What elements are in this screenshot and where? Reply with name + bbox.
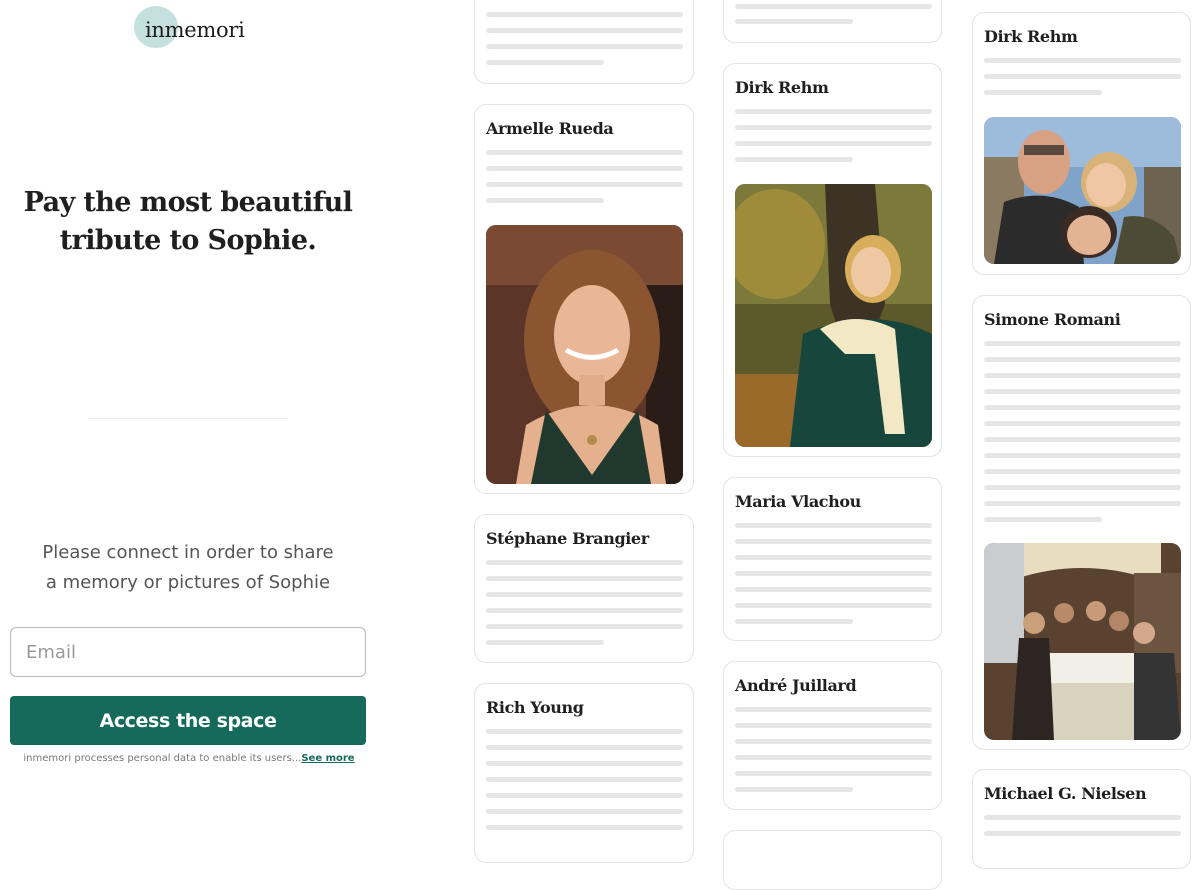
connect-line-1: Please connect in order to share <box>42 542 334 563</box>
memory-card[interactable]: Maria Vlachou <box>723 477 942 641</box>
text-line <box>984 421 1181 426</box>
text-line <box>486 182 683 187</box>
text-line <box>486 793 683 798</box>
text-line <box>735 707 932 712</box>
text-line <box>486 12 683 17</box>
text-line <box>486 198 604 203</box>
divider <box>88 418 288 419</box>
author-name: Maria Vlachou <box>735 492 861 511</box>
text-line <box>984 58 1181 63</box>
connect-line-2: a memory or pictures of Sophie <box>45 572 331 593</box>
text-line <box>984 389 1181 394</box>
memory-photo[interactable] <box>735 184 932 447</box>
text-line <box>486 745 683 750</box>
text-line <box>735 771 932 776</box>
text-line <box>984 831 1181 836</box>
memory-card[interactable] <box>723 0 942 43</box>
text-line <box>984 517 1102 522</box>
headline-line-2: tribute to Sophie. <box>59 225 317 256</box>
text-line <box>486 640 604 645</box>
author-name: Michael G. Nielsen <box>984 784 1147 803</box>
memory-card[interactable] <box>723 830 942 890</box>
text-line <box>486 777 683 782</box>
text-line <box>984 357 1181 362</box>
memory-card[interactable]: Simone Romani <box>972 295 1191 750</box>
see-more-link[interactable]: See more <box>301 753 354 764</box>
text-line <box>984 373 1181 378</box>
text-line <box>984 469 1181 474</box>
memory-card[interactable]: Armelle Rueda <box>474 104 694 494</box>
author-name: Simone Romani <box>984 310 1121 329</box>
privacy-text: inmemori processes personal data to enab… <box>23 753 302 764</box>
text-line <box>984 485 1181 490</box>
text-line <box>486 60 604 65</box>
text-line <box>735 523 932 528</box>
author-name: André Juillard <box>735 676 857 695</box>
text-line <box>984 74 1181 79</box>
text-line <box>984 405 1181 410</box>
text-line <box>486 729 683 734</box>
memory-card[interactable]: Dirk Rehm <box>972 12 1191 275</box>
text-line <box>735 571 932 576</box>
text-line <box>984 90 1102 95</box>
text-line <box>735 619 853 624</box>
text-line <box>486 761 683 766</box>
text-line <box>984 453 1181 458</box>
author-name: Dirk Rehm <box>735 78 829 97</box>
logo-text: inmemori <box>145 18 245 42</box>
text-line <box>735 141 932 146</box>
text-line <box>984 437 1181 442</box>
text-line <box>984 501 1181 506</box>
inmemori-logo[interactable]: inmemori <box>134 5 254 49</box>
memory-card[interactable]: André Juillard <box>723 661 942 810</box>
connect-instructions: Please connect in order to share a memor… <box>20 538 356 598</box>
text-line <box>735 109 932 114</box>
privacy-notice: inmemori processes personal data to enab… <box>20 753 358 765</box>
memory-card[interactable]: Michael G. Nielsen <box>972 769 1191 869</box>
text-line <box>735 787 853 792</box>
text-line <box>486 44 683 49</box>
page-title: Pay the most beautiful tribute to Sophie… <box>10 184 366 260</box>
memory-photo[interactable] <box>984 543 1181 740</box>
text-line <box>735 4 932 9</box>
text-line <box>486 166 683 171</box>
author-name: Armelle Rueda <box>486 119 614 138</box>
text-line <box>486 28 683 33</box>
memory-card[interactable] <box>474 0 694 84</box>
memory-photo[interactable] <box>486 225 683 484</box>
author-name: Rich Young <box>486 698 584 717</box>
memory-photo[interactable] <box>984 117 1181 264</box>
headline-line-1: Pay the most beautiful <box>23 187 353 218</box>
memory-card[interactable]: Dirk Rehm <box>723 63 942 457</box>
text-line <box>486 825 683 830</box>
text-line <box>735 739 932 744</box>
text-line <box>486 150 683 155</box>
text-line <box>735 587 932 592</box>
text-line <box>735 755 932 760</box>
text-line <box>735 723 932 728</box>
text-line <box>735 603 932 608</box>
text-line <box>735 125 932 130</box>
author-name: Stéphane Brangier <box>486 529 649 548</box>
memory-card[interactable]: Stéphane Brangier <box>474 514 694 663</box>
email-field[interactable] <box>10 627 366 677</box>
text-line <box>984 341 1181 346</box>
text-line <box>486 592 683 597</box>
text-line <box>486 624 683 629</box>
text-line <box>486 560 683 565</box>
text-line <box>486 576 683 581</box>
access-space-button[interactable]: Access the space <box>10 696 366 745</box>
text-line <box>735 555 932 560</box>
text-line <box>486 809 683 814</box>
author-name: Dirk Rehm <box>984 27 1078 46</box>
text-line <box>486 608 683 613</box>
text-line <box>735 157 853 162</box>
text-line <box>984 815 1181 820</box>
text-line <box>735 539 932 544</box>
login-panel: inmemori Pay the most beautiful tribute … <box>0 0 378 841</box>
memory-card[interactable]: Rich Young <box>474 683 694 863</box>
text-line <box>735 19 853 24</box>
